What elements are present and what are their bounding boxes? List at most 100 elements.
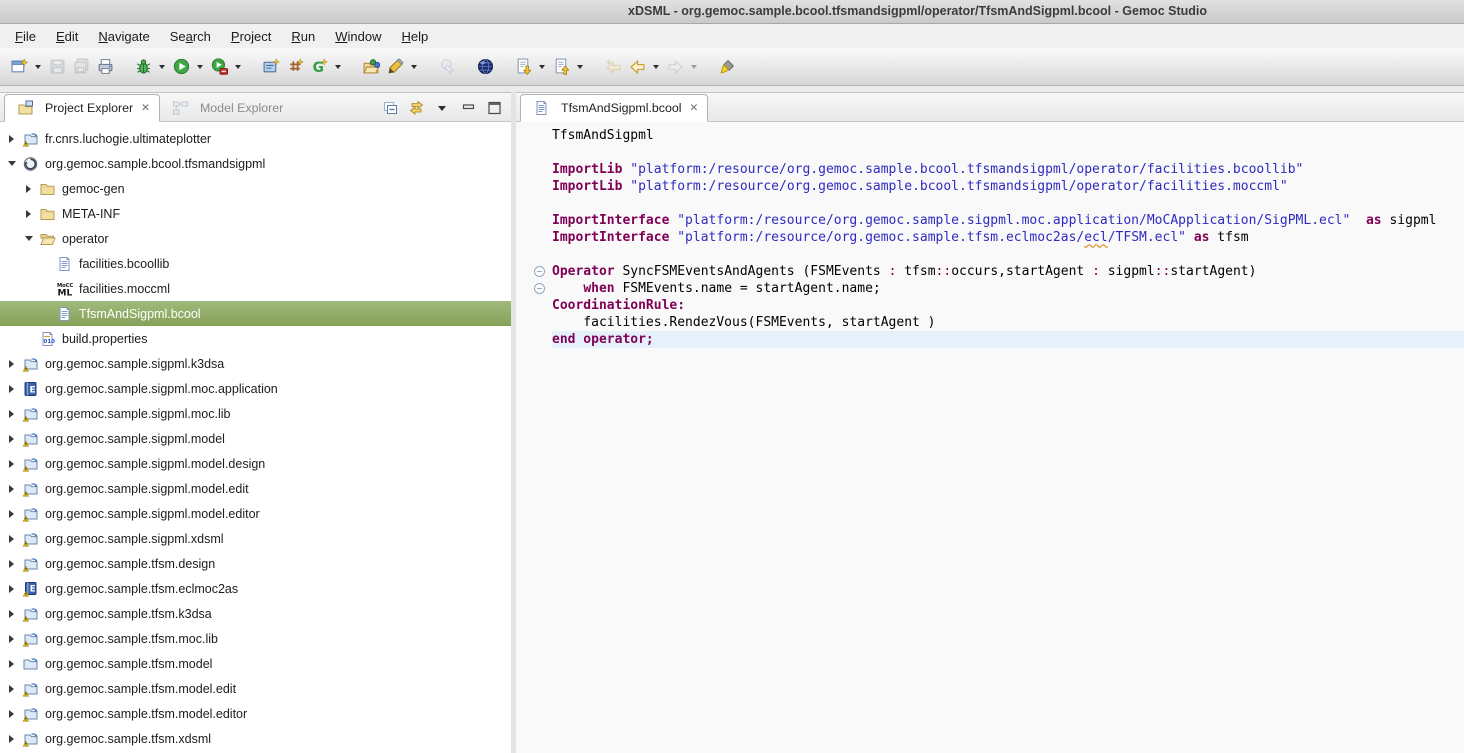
back-history-dropdown[interactable]: [649, 53, 663, 80]
open-web-browser-button[interactable]: [473, 53, 497, 80]
tree-item[interactable]: org.gemoc.sample.sigpml.moc.application: [0, 376, 511, 401]
new-graphiti-diagram-button[interactable]: [307, 53, 331, 80]
tree-collapsed-arrow-icon[interactable]: [4, 485, 19, 493]
tree-item[interactable]: org.gemoc.sample.sigpml.model.editor: [0, 501, 511, 526]
tree-item-label: org.gemoc.sample.sigpml.xdsml: [45, 532, 224, 546]
tree-item[interactable]: org.gemoc.sample.tfsm.model: [0, 651, 511, 676]
tree-item[interactable]: org.gemoc.sample.tfsm.moc.lib: [0, 626, 511, 651]
moccml-icon: [56, 281, 73, 297]
new-graphiti-diagram-dropdown[interactable]: [331, 53, 345, 80]
close-icon[interactable]: ✕: [141, 102, 150, 114]
new-wizard-dropdown[interactable]: [31, 53, 45, 80]
chevron-down-icon: [159, 65, 165, 69]
tree-item[interactable]: build.properties: [0, 326, 511, 351]
tree-item[interactable]: org.gemoc.sample.bcool.tfsmandsigpml: [0, 151, 511, 176]
tree-collapsed-arrow-icon[interactable]: [4, 685, 19, 693]
tree-collapsed-arrow-icon[interactable]: [4, 585, 19, 593]
tree-item[interactable]: org.gemoc.sample.sigpml.model.design: [0, 451, 511, 476]
import-objects-button[interactable]: [359, 53, 383, 80]
tree-item[interactable]: operator: [0, 226, 511, 251]
code-area[interactable]: TfsmAndSigpmlImportLib "platform:/resour…: [516, 122, 1464, 348]
tree-collapsed-arrow-icon[interactable]: [21, 210, 36, 218]
tree-collapsed-arrow-icon[interactable]: [4, 360, 19, 368]
tree-collapsed-arrow-icon[interactable]: [4, 135, 19, 143]
tree-item[interactable]: org.gemoc.sample.tfsm.xdsml: [0, 726, 511, 751]
toggle-highlight-button[interactable]: [715, 53, 739, 80]
menu-run[interactable]: Run: [281, 26, 325, 47]
tree-collapsed-arrow-icon[interactable]: [4, 735, 19, 743]
menu-search[interactable]: Search: [160, 26, 221, 47]
tree-item[interactable]: facilities.bcoollib: [0, 251, 511, 276]
menu-help[interactable]: Help: [391, 26, 438, 47]
collapse-fold-icon[interactable]: [534, 283, 545, 294]
tree-item[interactable]: org.gemoc.sample.sigpml.k3dsa: [0, 351, 511, 376]
menu-window[interactable]: Window: [325, 26, 391, 47]
minimize-button[interactable]: [460, 100, 476, 116]
tree-collapsed-arrow-icon[interactable]: [4, 610, 19, 618]
tree-item[interactable]: org.gemoc.sample.tfsm.model.edit: [0, 676, 511, 701]
run-dropdown[interactable]: [193, 53, 207, 80]
close-icon[interactable]: ✕: [690, 102, 699, 114]
tree-collapsed-arrow-icon[interactable]: [4, 385, 19, 393]
tree-item[interactable]: gemoc-gen: [0, 176, 511, 201]
previous-annotation-button[interactable]: [549, 53, 573, 80]
previous-annotation-dropdown[interactable]: [573, 53, 587, 80]
tree-collapsed-arrow-icon[interactable]: [21, 185, 36, 193]
menu-project[interactable]: Project: [221, 26, 281, 47]
tree-item[interactable]: org.gemoc.sample.sigpml.model.edit: [0, 476, 511, 501]
tree-item-label: org.gemoc.sample.sigpml.model.editor: [45, 507, 260, 521]
tree-collapsed-arrow-icon[interactable]: [4, 435, 19, 443]
new-wizard-button[interactable]: [7, 53, 31, 80]
tree-item[interactable]: org.gemoc.sample.sigpml.model: [0, 426, 511, 451]
pen-annotate-dropdown[interactable]: [407, 53, 421, 80]
next-annotation-group: [511, 53, 549, 80]
tree-collapsed-arrow-icon[interactable]: [4, 535, 19, 543]
collapse-all-button[interactable]: [382, 100, 398, 116]
print-button[interactable]: [93, 53, 117, 80]
tree-item[interactable]: fr.cnrs.luchogie.ultimateplotter: [0, 126, 511, 151]
tree-item[interactable]: org.gemoc.sample.tfsm.design: [0, 551, 511, 576]
tree-collapsed-arrow-icon[interactable]: [4, 660, 19, 668]
menu-navigate[interactable]: Navigate: [88, 26, 159, 47]
back-history-button[interactable]: [625, 53, 649, 80]
tree-collapsed-arrow-icon[interactable]: [4, 410, 19, 418]
tree-collapsed-arrow-icon[interactable]: [4, 635, 19, 643]
tree-collapsed-arrow-icon[interactable]: [4, 710, 19, 718]
fwd-icon: [667, 58, 684, 75]
title-bar: xDSML - org.gemoc.sample.bcool.tfsmandsi…: [0, 0, 1464, 24]
folder-open-icon: [39, 231, 56, 247]
tree-item[interactable]: TfsmAndSigpml.bcool: [0, 301, 511, 326]
new-table-project-button[interactable]: [283, 53, 307, 80]
pen-annotate-button[interactable]: [383, 53, 407, 80]
menu-file[interactable]: File: [5, 26, 46, 47]
tree-collapsed-arrow-icon[interactable]: [4, 510, 19, 518]
debug-dropdown[interactable]: [155, 53, 169, 80]
tree-item[interactable]: facilities.moccml: [0, 276, 511, 301]
run-external-tools-dropdown[interactable]: [231, 53, 245, 80]
tree-expanded-arrow-icon[interactable]: [21, 236, 36, 241]
tree-item[interactable]: org.gemoc.sample.tfsm.k3dsa: [0, 601, 511, 626]
view-menu-button[interactable]: [434, 100, 450, 116]
tree-expanded-arrow-icon[interactable]: [4, 161, 19, 166]
tree-item[interactable]: org.gemoc.sample.sigpml.xdsml: [0, 526, 511, 551]
debug-button[interactable]: [131, 53, 155, 80]
tree-item[interactable]: org.gemoc.sample.tfsm.model.editor: [0, 701, 511, 726]
run-button[interactable]: [169, 53, 193, 80]
run-external-tools-button[interactable]: [207, 53, 231, 80]
tab-model-explorer[interactable]: Model Explorer: [160, 95, 292, 121]
tab-project-explorer[interactable]: Project Explorer ✕: [4, 94, 160, 122]
collapse-fold-icon[interactable]: [534, 266, 545, 277]
maximize-button[interactable]: [486, 100, 502, 116]
next-annotation-dropdown[interactable]: [535, 53, 549, 80]
link-with-editor-button[interactable]: [408, 100, 424, 116]
tree-item[interactable]: org.gemoc.sample.tfsm.eclmoc2as: [0, 576, 511, 601]
tree-collapsed-arrow-icon[interactable]: [4, 560, 19, 568]
tree-item[interactable]: org.gemoc.sample.sigpml.moc.lib: [0, 401, 511, 426]
tab-editor-tfsmandsigpml[interactable]: TfsmAndSigpml.bcool ✕: [520, 94, 708, 122]
menu-edit[interactable]: Edit: [46, 26, 88, 47]
next-annotation-button[interactable]: [511, 53, 535, 80]
tree-item[interactable]: META-INF: [0, 201, 511, 226]
tree-collapsed-arrow-icon[interactable]: [4, 460, 19, 468]
link-with-editor-icon: [408, 100, 425, 116]
new-language-project-button[interactable]: [259, 53, 283, 80]
